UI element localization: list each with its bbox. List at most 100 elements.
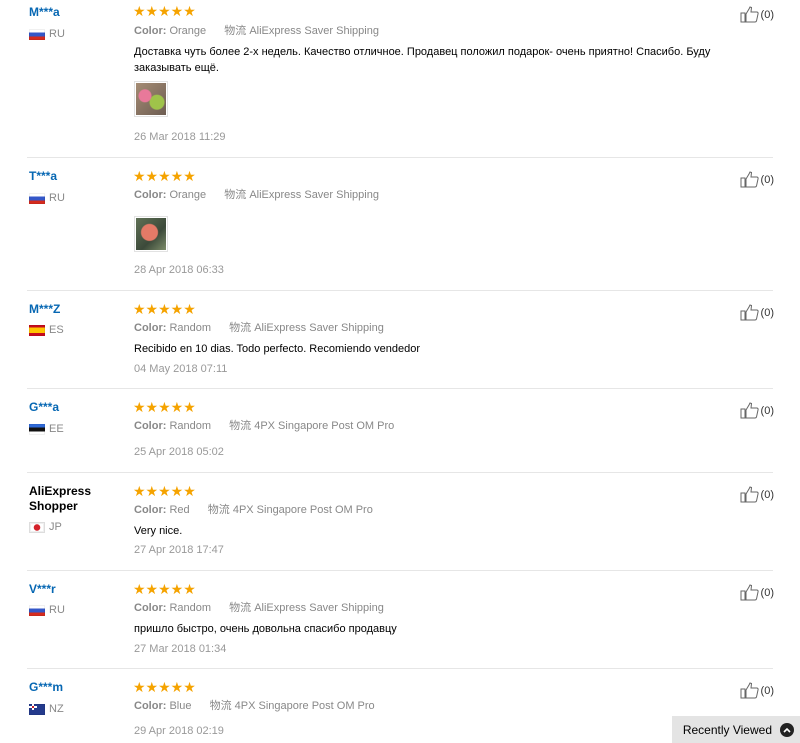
review-text: Recibido en 10 dias. Todo perfecto. Reco… (134, 343, 420, 355)
helpful-count: (0) (760, 404, 774, 417)
color-value: Red (169, 504, 190, 516)
new-zealand-flag-icon (29, 704, 45, 715)
user-country: ES (29, 324, 64, 337)
russia-flag-icon (29, 605, 45, 616)
country-code: NZ (49, 703, 64, 715)
helpful-button[interactable]: (0) (740, 682, 774, 699)
country-code: RU (49, 192, 65, 204)
helpful-count: (0) (760, 306, 774, 319)
order-info: Color: Random 物流 AliExpress Saver Shippi… (134, 321, 384, 335)
country-code: JP (49, 521, 62, 533)
color-label: Color: (134, 420, 167, 432)
helpful-count: (0) (760, 488, 774, 501)
helpful-button[interactable]: (0) (740, 171, 774, 188)
spain-flag-icon (29, 325, 45, 336)
star-rating: ★★★★★ (133, 168, 196, 184)
user-name[interactable]: M***Z (29, 302, 129, 316)
thumbs-up-icon (740, 171, 759, 188)
star-rating: ★★★★★ (133, 399, 196, 415)
color-value: Random (169, 420, 212, 432)
color-label: Color: (134, 322, 167, 334)
color-label: Color: (134, 504, 167, 516)
order-info: Color: Red 物流 4PX Singapore Post OM Pro (134, 503, 373, 517)
color-value: Random (169, 602, 212, 614)
review-item: G***m NZ ★★★★★ Color: Blue 物流 4PX Singap… (27, 669, 774, 743)
recently-viewed-button[interactable]: Recently Viewed (672, 716, 800, 743)
color-value: Orange (169, 189, 207, 201)
review-photo[interactable] (134, 81, 168, 117)
user-name: AliExpress Shopper (29, 484, 92, 513)
helpful-button[interactable]: (0) (740, 402, 774, 419)
user-name[interactable]: G***m (29, 680, 129, 694)
order-info: Color: Blue 物流 4PX Singapore Post OM Pro (134, 699, 375, 713)
country-code: RU (49, 604, 65, 616)
thumbs-up-icon (740, 584, 759, 601)
color-label: Color: (134, 189, 167, 201)
color-label: Color: (134, 25, 167, 37)
review-date: 04 May 2018 07:11 (134, 363, 228, 375)
russia-flag-icon (29, 193, 45, 204)
user-name[interactable]: G***a (29, 400, 129, 414)
shipping-method: 物流 4PX Singapore Post OM Pro (207, 504, 373, 516)
shipping-method: 物流 AliExpress Saver Shipping (229, 602, 384, 614)
shipping-method: 物流 4PX Singapore Post OM Pro (209, 700, 375, 712)
order-info: Color: Orange 物流 AliExpress Saver Shippi… (134, 24, 379, 38)
shipping-method: 物流 4PX Singapore Post OM Pro (229, 420, 395, 432)
star-rating: ★★★★★ (133, 679, 196, 695)
color-value: Orange (169, 25, 207, 37)
review-date: 27 Apr 2018 17:47 (134, 544, 224, 556)
order-info: Color: Random 物流 4PX Singapore Post OM P… (134, 419, 394, 433)
shipping-method: 物流 AliExpress Saver Shipping (224, 189, 379, 201)
user-country: NZ (29, 703, 64, 716)
review-item: AliExpress Shopper JP ★★★★★ Color: Red 物… (27, 473, 774, 571)
color-value: Blue (169, 700, 192, 712)
chevron-up-icon (780, 722, 794, 737)
star-rating: ★★★★★ (133, 3, 196, 19)
thumbs-up-icon (740, 6, 759, 23)
thumbs-up-icon (740, 682, 759, 699)
country-code: EE (49, 423, 64, 435)
order-info: Color: Random 物流 AliExpress Saver Shippi… (134, 601, 384, 615)
review-text: Доставка чуть более 2-х недель. Качество… (134, 46, 711, 74)
review-item: M***Z ES ★★★★★ Color: Random 物流 AliExpre… (27, 291, 774, 389)
helpful-count: (0) (760, 8, 774, 21)
color-value: Random (169, 322, 212, 334)
review-date: 25 Apr 2018 05:02 (134, 446, 224, 458)
shipping-method: 物流 AliExpress Saver Shipping (224, 25, 379, 37)
color-label: Color: (134, 602, 167, 614)
review-item: T***a RU ★★★★★ Color: Orange 物流 AliExpre… (27, 158, 774, 291)
star-rating: ★★★★★ (133, 581, 196, 597)
helpful-count: (0) (760, 586, 774, 599)
user-country: RU (29, 28, 65, 41)
helpful-count: (0) (760, 684, 774, 697)
user-name[interactable]: V***r (29, 582, 129, 596)
recently-viewed-label: Recently Viewed (682, 722, 772, 737)
thumbs-up-icon (740, 304, 759, 321)
review-photo[interactable] (134, 216, 168, 252)
review-date: 26 Mar 2018 11:29 (134, 131, 226, 143)
color-label: Color: (134, 700, 167, 712)
helpful-button[interactable]: (0) (740, 304, 774, 321)
helpful-button[interactable]: (0) (740, 486, 774, 503)
user-name[interactable]: M***a (29, 5, 129, 19)
helpful-button[interactable]: (0) (740, 6, 774, 23)
review-date: 28 Apr 2018 06:33 (134, 264, 224, 276)
review-date: 29 Apr 2018 02:19 (134, 725, 224, 737)
order-info: Color: Orange 物流 AliExpress Saver Shippi… (134, 188, 379, 202)
user-country: EE (29, 423, 64, 436)
japan-flag-icon (29, 522, 45, 533)
review-text: Very nice. (134, 525, 183, 537)
user-country: RU (29, 192, 65, 205)
user-name[interactable]: T***a (29, 169, 129, 183)
country-code: RU (49, 28, 65, 40)
russia-flag-icon (29, 29, 45, 40)
star-rating: ★★★★★ (133, 301, 196, 317)
review-item: V***r RU ★★★★★ Color: Random 物流 AliExpre… (27, 571, 774, 669)
review-item: M***a RU ★★★★★ Color: Orange 物流 AliExpre… (27, 0, 774, 158)
helpful-button[interactable]: (0) (740, 584, 774, 601)
estonia-flag-icon (29, 424, 45, 435)
thumbs-up-icon (740, 402, 759, 419)
country-code: ES (49, 324, 64, 336)
review-date: 27 Mar 2018 01:34 (134, 643, 227, 655)
star-rating: ★★★★★ (133, 483, 196, 499)
